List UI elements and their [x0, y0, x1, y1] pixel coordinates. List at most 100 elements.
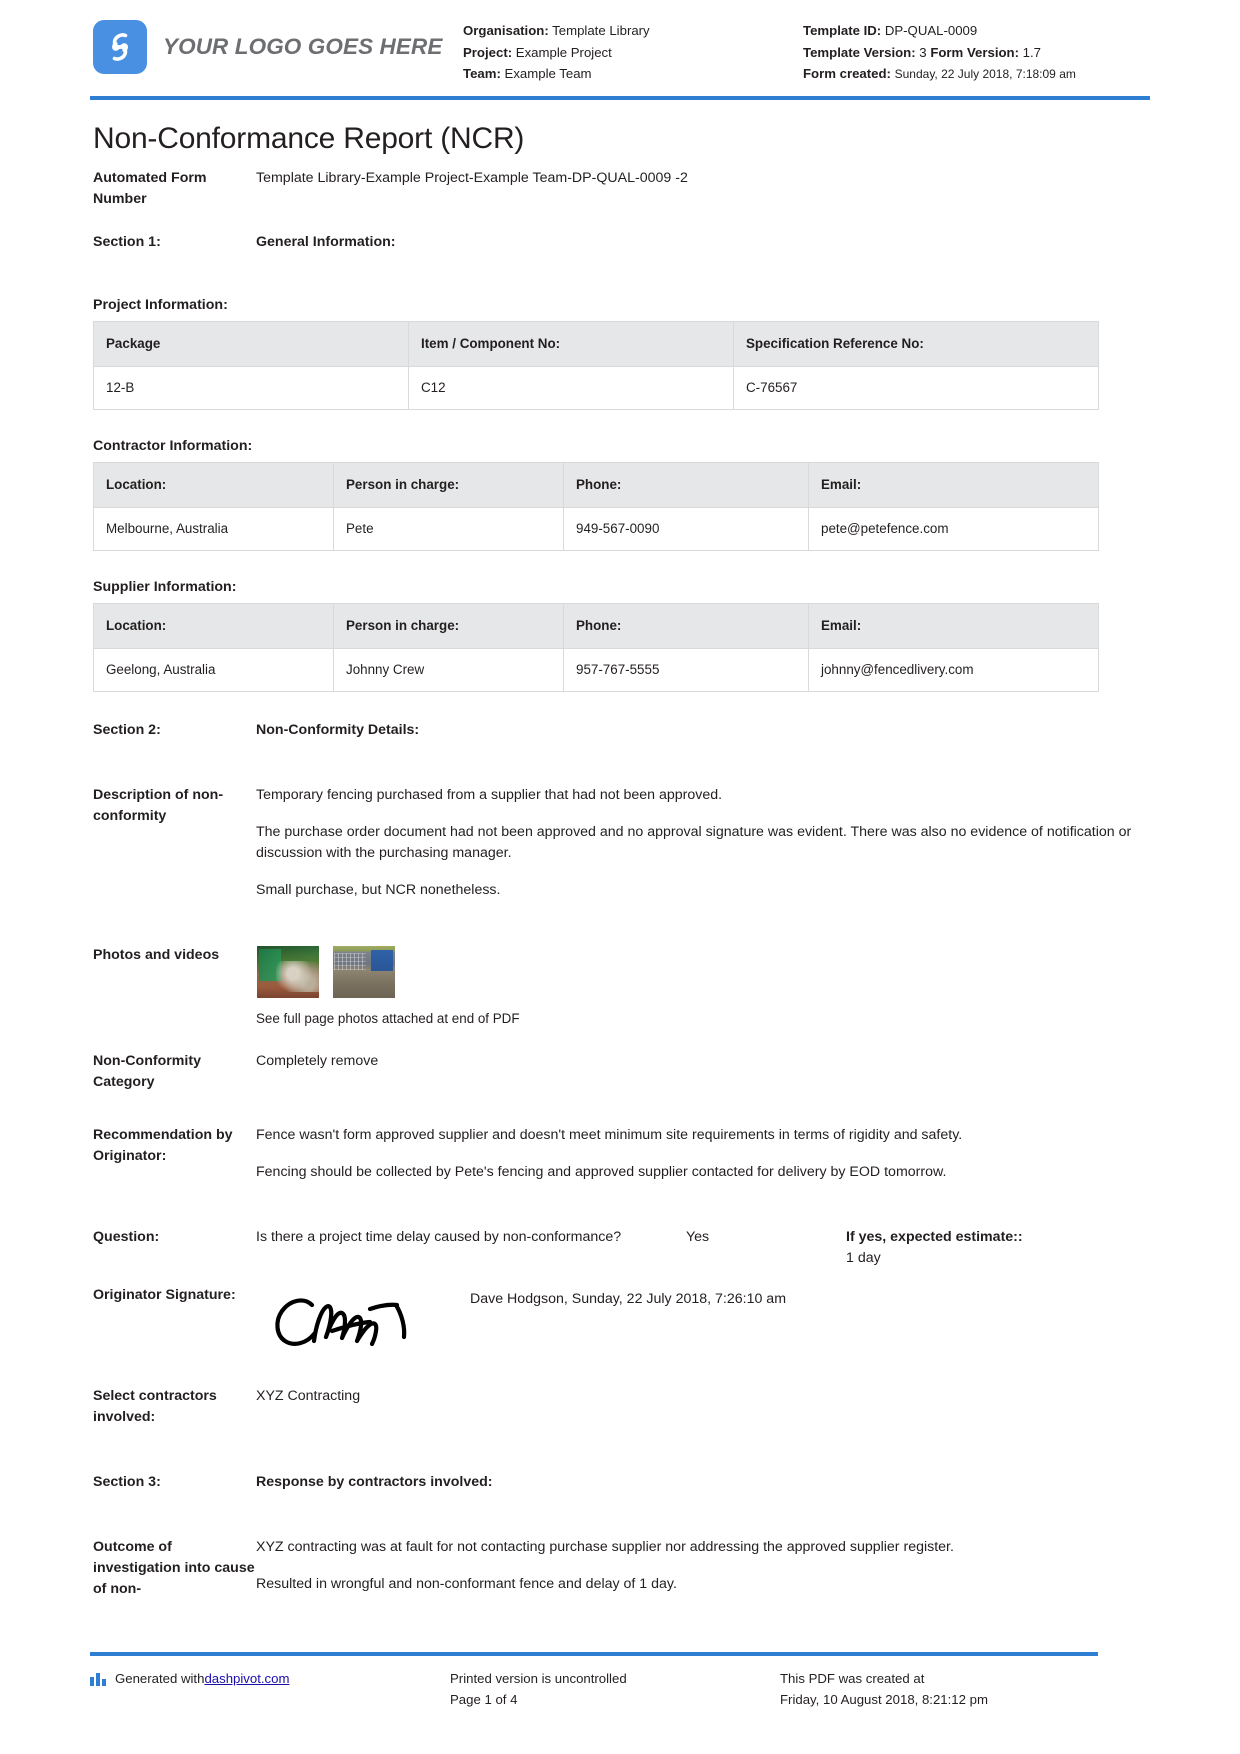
question-grid: Is there a project time delay caused by …: [256, 1227, 1150, 1269]
description-label: Description of non-conformity: [93, 786, 224, 824]
footer-created-line1: This PDF was created at: [780, 1671, 925, 1686]
project-information-heading: Project Information:: [93, 296, 228, 313]
section-1-heading: General Information:: [256, 233, 396, 250]
recommendation-paragraph: Fence wasn't form approved supplier and …: [256, 1126, 963, 1143]
photos-label: Photos and videos: [93, 946, 220, 963]
description-value: Temporary fencing purchased from a suppl…: [256, 785, 1150, 901]
table-row: 12-B C12 C-76567: [93, 365, 1099, 410]
contractors-involved-row: Select contractors involved: XYZ Contrac…: [90, 1386, 1150, 1428]
meta-template-id-value: DP-QUAL-0009: [884, 23, 978, 38]
question-estimate-value: 1 day: [846, 1249, 881, 1266]
photos-row: Photos and videos See full page photos a…: [90, 944, 1150, 1029]
column-header: Specification Reference No:: [733, 320, 1099, 367]
meta-form-version-value: 1.7: [1022, 44, 1041, 60]
description-paragraph: Small purchase, but NCR nonetheless.: [256, 881, 501, 898]
footer-generated-prefix: Generated with: [115, 1671, 205, 1686]
supplier-information-table: Location: Person in charge: Phone: Email…: [93, 602, 1099, 692]
table-cell: C-76567: [733, 365, 1099, 410]
non-conformity-category-value: Completely remove: [256, 1052, 379, 1069]
logo-swirl-glyph: [93, 20, 147, 74]
table-cell: 12-B: [93, 365, 409, 410]
meta-organisation-value: Template Library: [552, 23, 650, 38]
table-cell: pete@petefence.com: [808, 506, 1099, 551]
photo-thumbnail[interactable]: [332, 944, 396, 999]
meta-template-id: Template ID: DP-QUAL-0009: [803, 20, 1150, 42]
meta-form-created: Form created: Sunday, 22 July 2018, 7:18…: [803, 63, 1150, 86]
originator-signature-row: Originator Signature: Dave Hodgson, Sund…: [90, 1285, 1150, 1364]
section-3-heading: Response by contractors involved:: [256, 1473, 493, 1490]
recommendation-value: Fence wasn't form approved supplier and …: [256, 1125, 1150, 1183]
section-1-row: Section 1: General Information:: [90, 232, 1150, 253]
footer-printed-line1: Printed version is uncontrolled: [450, 1671, 627, 1686]
question-row: Question: Is there a project time delay …: [90, 1227, 1150, 1269]
footer-created: This PDF was created at Friday, 10 Augus…: [780, 1668, 1098, 1710]
project-information-table: Package Item / Component No: Specificati…: [93, 320, 1099, 410]
column-header: Package: [93, 320, 409, 367]
meta-team: Team: Example Team: [463, 63, 803, 85]
table-cell: Johnny Crew: [333, 647, 564, 692]
recommendation-label: Recommendation by Originator:: [93, 1126, 233, 1164]
document-page: YOUR LOGO GOES HERE Organisation: Templa…: [0, 0, 1240, 1754]
outcome-row: Outcome of investigation into cause of n…: [90, 1537, 1150, 1600]
header-meta-left: Organisation: Template Library Project: …: [463, 20, 803, 85]
meta-versions: Template Version: 3 Form Version: 1.7: [803, 42, 1150, 64]
outcome-paragraph: XYZ contracting was at fault for not con…: [256, 1538, 954, 1555]
outcome-label: Outcome of investigation into cause of n…: [93, 1538, 255, 1597]
contractor-information-table: Location: Person in charge: Phone: Email…: [93, 461, 1099, 551]
table-cell: C12: [408, 365, 734, 410]
recommendation-row: Recommendation by Originator: Fence wasn…: [90, 1125, 1150, 1183]
meta-project-label: Project:: [463, 44, 513, 60]
table-cell: 949-567-0090: [563, 506, 809, 551]
footer-divider: [90, 1652, 1098, 1656]
section-2-label: Section 2:: [93, 721, 161, 738]
footer-created-line2: Friday, 10 August 2018, 8:21:12 pm: [780, 1692, 988, 1707]
column-header: Location:: [93, 461, 334, 508]
description-paragraph: Temporary fencing purchased from a suppl…: [256, 786, 723, 803]
company-logo-icon: [93, 20, 147, 74]
footer-generated: Generated with dashpivot.com: [90, 1668, 450, 1710]
question-answer: Yes: [686, 1228, 710, 1245]
section-2-heading: Non-Conformity Details:: [256, 721, 420, 738]
table-header-row: Location: Person in charge: Phone: Email…: [93, 602, 1099, 649]
table-cell: Geelong, Australia: [93, 647, 334, 692]
table-cell: johnny@fencedlivery.com: [808, 647, 1099, 692]
meta-team-label: Team:: [463, 66, 501, 81]
signature-wrap: Dave Hodgson, Sunday, 22 July 2018, 7:26…: [256, 1285, 1150, 1364]
contractor-information-heading: Contractor Information:: [93, 437, 253, 454]
question-label: Question:: [93, 1228, 160, 1245]
document-footer: Generated with dashpivot.com Printed ver…: [90, 1652, 1098, 1710]
meta-organisation-label: Organisation:: [463, 23, 549, 38]
table-header-row: Package Item / Component No: Specificati…: [93, 320, 1099, 367]
photo-thumbnail[interactable]: [256, 944, 320, 999]
column-header: Email:: [808, 461, 1099, 508]
meta-form-created-label: Form created:: [803, 66, 891, 81]
column-header: Phone:: [563, 602, 809, 649]
description-paragraph: The purchase order document had not been…: [256, 823, 1132, 861]
meta-template-id-label: Template ID:: [803, 23, 882, 38]
contractors-involved-value: XYZ Contracting: [256, 1387, 361, 1404]
non-conformity-category-row: Non-Conformity Category Completely remov…: [90, 1051, 1150, 1093]
meta-organisation: Organisation: Template Library: [463, 20, 803, 42]
question-estimate: If yes, expected estimate:: 1 day: [846, 1227, 1150, 1269]
section-2-row: Section 2: Non-Conformity Details:: [90, 720, 1150, 741]
table-header-row: Location: Person in charge: Phone: Email…: [93, 461, 1099, 508]
recommendation-paragraph: Fencing should be collected by Pete's fe…: [256, 1163, 947, 1180]
column-header: Person in charge:: [333, 602, 564, 649]
meta-project-value: Example Project: [515, 44, 612, 60]
automated-form-number-value: Template Library-Example Project-Example…: [256, 169, 688, 186]
description-row: Description of non-conformity Temporary …: [90, 785, 1150, 901]
logo-block: YOUR LOGO GOES HERE: [90, 20, 463, 74]
section-3-row: Section 3: Response by contractors invol…: [90, 1472, 1150, 1493]
table-cell: Melbourne, Australia: [93, 506, 334, 551]
photo-thumbnail-strip: [256, 944, 1150, 999]
footer-page-number: Page 1 of 4: [450, 1692, 518, 1707]
footer-printed: Printed version is uncontrolled Page 1 o…: [450, 1668, 780, 1710]
table-cell: 957-767-5555: [563, 647, 809, 692]
non-conformity-category-label: Non-Conformity Category: [93, 1052, 201, 1090]
dashpivot-link[interactable]: dashpivot.com: [204, 1668, 289, 1689]
outcome-paragraph: Resulted in wrongful and non-conformant …: [256, 1575, 677, 1592]
header-divider: [90, 95, 1150, 100]
table-row: Melbourne, Australia Pete 949-567-0090 p…: [93, 506, 1099, 551]
meta-form-version-label: Form Version:: [930, 44, 1019, 60]
originator-signature-label: Originator Signature:: [93, 1286, 236, 1303]
